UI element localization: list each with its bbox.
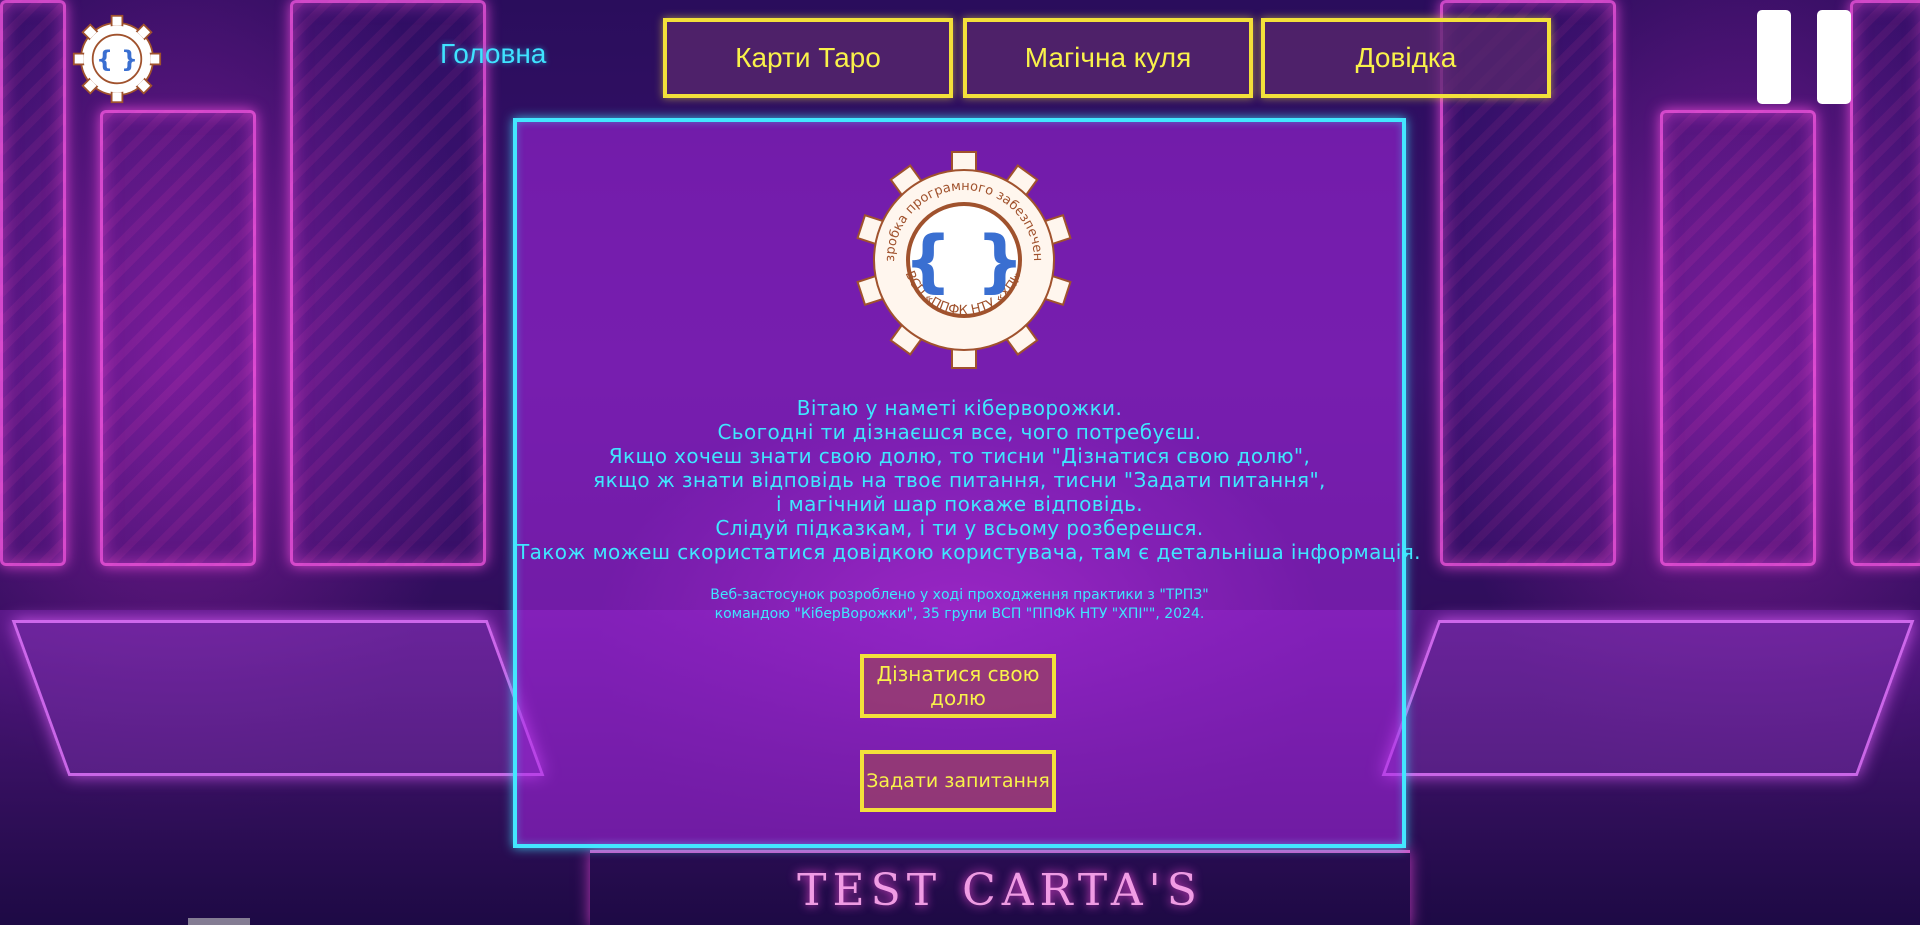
welcome-line: і магічний шар покаже відповідь. [775,492,1144,516]
bg-neon-panel [1660,110,1816,566]
ask-question-button[interactable]: Задати запитання [860,750,1056,812]
gear-logo-icon: Розробка програмного забезпечення ВСП «П… [848,137,1072,369]
nav-home-link[interactable]: Головна [440,38,546,70]
welcome-line: Слідуй підказкам, і ти у всьому розбереш… [715,516,1204,540]
tarot-tent-page: TEST CARTA'S { } Головна Карти Таро Магі… [0,0,1920,925]
logo-brace-text: { } [904,222,1025,301]
department-logo: Розробка програмного забезпечення ВСП «П… [848,137,1076,372]
welcome-text: Вітаю у наметі кіберворожки. Сьогодні ти… [517,396,1421,564]
nav-magic-ball-button[interactable]: Магічна куля [963,18,1253,98]
bg-table-right [1381,620,1915,776]
nav-tarot-button[interactable]: Карти Таро [663,18,953,98]
welcome-line: Вітаю у наметі кіберворожки. [796,396,1123,420]
credits-line: командою "КіберВорожки", 35 групи ВСП "П… [714,606,1205,622]
welcome-line: Якщо хочеш знати свою долю, то тисни "Ді… [608,444,1311,468]
bg-neon-panel [1850,0,1920,566]
pause-button[interactable] [1757,10,1851,104]
site-logo[interactable]: { } [72,14,162,104]
bg-neon-panel [290,0,486,566]
horizontal-scrollbar[interactable] [188,918,250,925]
bg-sign: TEST CARTA'S [590,850,1410,925]
credits-text: Веб-застосунок розроблено у ході проходж… [517,586,1402,624]
welcome-card: Розробка програмного забезпечення ВСП «П… [513,118,1421,848]
gear-logo-icon: { } [72,14,162,104]
nav-help-button[interactable]: Довідка [1261,18,1551,98]
bg-neon-panel [0,0,66,566]
pause-icon [1817,10,1851,104]
logo-brace-text: { } [96,45,137,73]
welcome-line: Також можеш скористатися довідкою корист… [517,540,1421,564]
bg-table-left [11,620,545,776]
know-fate-button[interactable]: Дізнатися свою долю [860,654,1056,718]
welcome-line: якщо ж знати відповідь на твоє питання, … [593,468,1326,492]
credits-line: Веб-застосунок розроблено у ході проходж… [710,587,1209,603]
welcome-line: Сьогодні ти дізнаєшся все, чого потребує… [717,420,1202,444]
pause-icon [1757,10,1791,104]
bg-neon-panel [100,110,256,566]
